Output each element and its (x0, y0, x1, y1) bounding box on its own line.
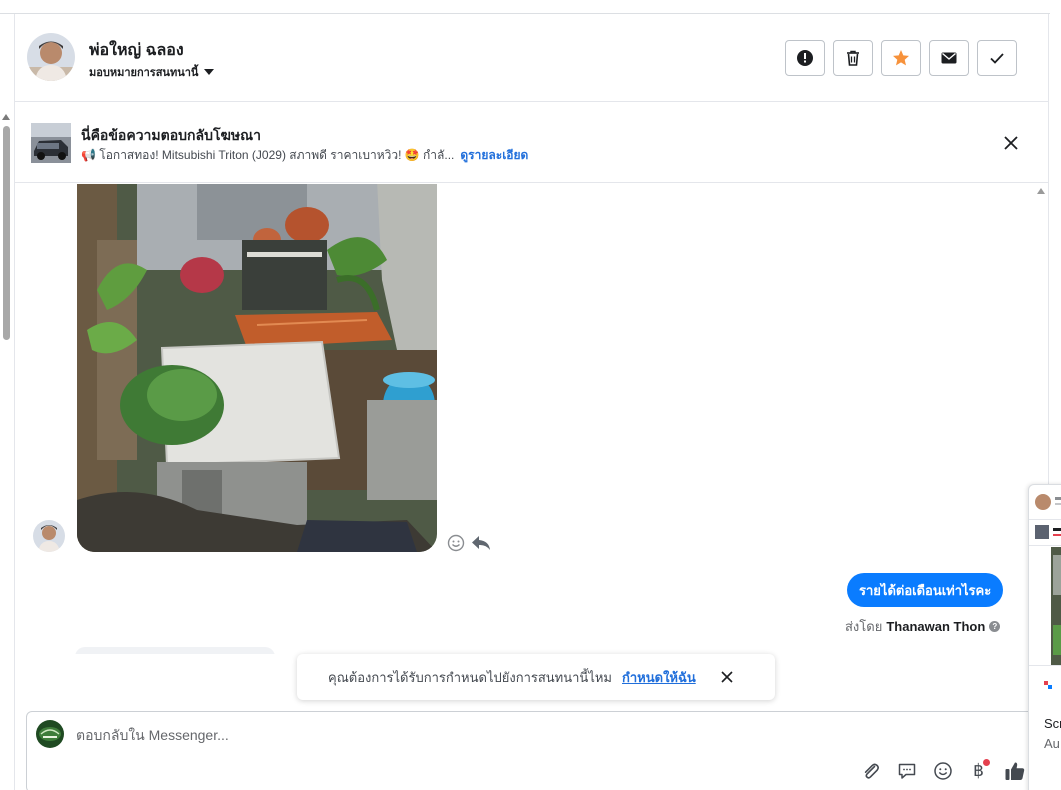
thread-scroll-up-arrow-icon[interactable] (1037, 188, 1045, 194)
sent-by-label: ส่งโดย (845, 619, 883, 634)
react-emoji-icon[interactable] (447, 534, 465, 552)
assign-to-me-link[interactable]: กำหนดให้ฉัน (622, 667, 696, 688)
partially-hidden-message (75, 647, 275, 654)
mark-unread-button[interactable] (929, 40, 969, 76)
toast-text: คุณต้องการได้รับการกำหนดไปยังการสนทนานี้… (328, 669, 612, 685)
paperclip-icon (864, 763, 879, 779)
payment-button[interactable]: ฿ (967, 759, 990, 782)
saved-reply-button[interactable] (895, 759, 918, 782)
ad-thumbnail[interactable] (31, 123, 71, 163)
scroll-up-arrow-icon[interactable] (2, 114, 10, 120)
preview-text-2: Au (1044, 736, 1060, 751)
send-like-button[interactable] (1003, 759, 1026, 782)
top-strip (0, 0, 1050, 14)
right-divider (1048, 14, 1049, 484)
side-preview-panel[interactable]: Scr Au (1028, 484, 1061, 790)
sender-avatar[interactable] (33, 520, 65, 552)
contact-avatar[interactable] (27, 33, 75, 81)
left-scrollbar-thumb[interactable] (3, 126, 10, 340)
assign-label: มอบหมายการสนทนานี้ (89, 67, 199, 79)
spam-button[interactable] (785, 40, 825, 76)
ad-banner-text: 📢 โอกาสทอง! Mitsubishi Triton (J029) สภา… (81, 148, 455, 162)
emoji-icon (933, 761, 952, 780)
saved-reply-icon (898, 763, 915, 779)
outgoing-message-bubble[interactable]: รายได้ต่อเดือนเท่าไรคะ (847, 573, 1004, 607)
assign-toast: คุณต้องการได้รับการกำหนดไปยังการสนทนานี้… (297, 654, 775, 700)
page-avatar (36, 720, 64, 748)
emoji-button[interactable] (931, 759, 954, 782)
reply-input[interactable] (76, 724, 776, 746)
contact-name[interactable]: พ่อใหญ่ ฉลอง (89, 38, 184, 63)
close-toast-icon[interactable] (720, 670, 734, 684)
help-icon[interactable]: ? (989, 621, 1001, 632)
conversation-header: พ่อใหญ่ ฉลอง มอบหมายการสนทนานี้ (15, 14, 1048, 102)
thumbs-up-icon (1005, 761, 1024, 780)
received-photo-message[interactable] (77, 184, 437, 552)
reply-composer: ฿ (26, 711, 1046, 790)
header-actions (785, 40, 1017, 76)
star-button[interactable] (881, 40, 921, 76)
ad-reply-banner: นี่คือข้อความตอบกลับโฆษณา 📢 โอกาสทอง! Mi… (15, 103, 1048, 183)
star-icon (893, 50, 909, 66)
ad-banner-text-row: 📢 โอกาสทอง! Mitsubishi Triton (J029) สภา… (81, 146, 528, 165)
preview-text-1: Scr (1044, 716, 1061, 731)
message-thread: รายได้ต่อเดือนเท่าไรคะ ส่งโดย Thanawan T… (15, 184, 1035, 654)
mark-done-button[interactable] (977, 40, 1017, 76)
notification-dot (983, 759, 990, 766)
message-actions (447, 534, 491, 552)
trash-icon (847, 50, 859, 66)
delete-button[interactable] (833, 40, 873, 76)
composer-tools: ฿ (859, 759, 1026, 782)
sent-by-line: ส่งโดย Thanawan Thon ? (845, 616, 1001, 637)
exclamation-icon (797, 50, 813, 66)
close-banner-button[interactable] (1001, 133, 1021, 153)
reply-icon[interactable] (471, 534, 491, 552)
ad-details-link[interactable]: ดูรายละเอียด (460, 146, 528, 165)
check-icon (990, 53, 1004, 64)
attach-file-button[interactable] (859, 759, 882, 782)
caret-down-icon (204, 69, 215, 75)
inbox-conversation-view: พ่อใหญ่ ฉลอง มอบหมายการสนทนานี้ นี่คือข้… (0, 0, 1061, 790)
sent-by-name: Thanawan Thon (886, 619, 986, 634)
close-icon (1004, 136, 1018, 150)
envelope-icon (941, 52, 957, 64)
assign-conversation-dropdown[interactable]: มอบหมายการสนทนานี้ (89, 63, 215, 81)
ad-banner-title: นี่คือข้อความตอบกลับโฆษณา (81, 127, 261, 143)
